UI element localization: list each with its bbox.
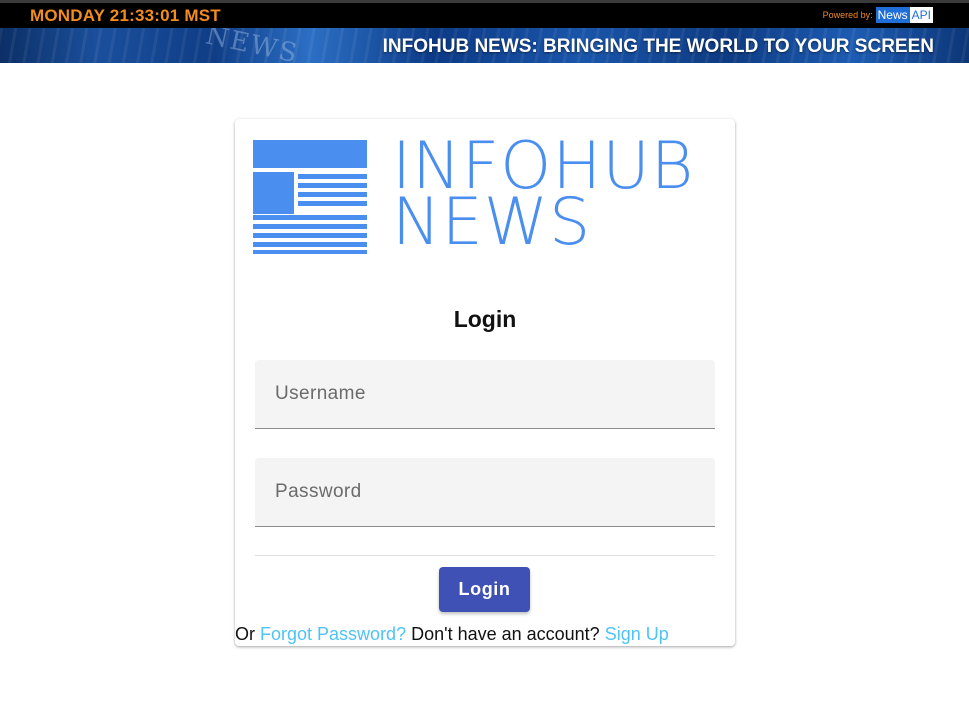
clock-display: MONDAY 21:33:01 MST [30,6,221,25]
powered-by-label: Powered by: [822,10,873,20]
login-button[interactable]: Login [439,567,530,612]
newsapi-logo-api: API [909,7,933,23]
or-text: Or [235,624,255,644]
form-divider [255,555,715,556]
login-card: INFOHUB NEWS Login Login Or Forgot Passw… [235,119,735,646]
top-status-bar: MONDAY 21:33:01 MST Powered by: News API [0,0,969,28]
powered-by: Powered by: News API [823,7,933,23]
newspaper-icon [252,140,368,260]
footer-links: Or Forgot Password? Don't have an accoun… [235,624,669,645]
newsapi-logo-news: News [875,7,910,23]
sign-up-link[interactable]: Sign Up [605,624,669,644]
header-banner: NEWS INFOHUB NEWS: BRINGING THE WORLD TO… [0,28,969,63]
password-input[interactable] [255,458,715,526]
forgot-password-link[interactable]: Forgot Password? [260,624,406,644]
username-input[interactable] [255,360,715,428]
password-field[interactable] [255,458,715,527]
username-field[interactable] [255,360,715,429]
login-heading: Login [453,306,517,332]
newsapi-logo[interactable]: News API [875,7,933,23]
banner-title: INFOHUB NEWS: BRINGING THE WORLD TO YOUR… [382,36,934,57]
no-account-text: Don't have an account? [411,624,600,644]
brand-logo-text: INFOHUB NEWS [392,134,694,255]
